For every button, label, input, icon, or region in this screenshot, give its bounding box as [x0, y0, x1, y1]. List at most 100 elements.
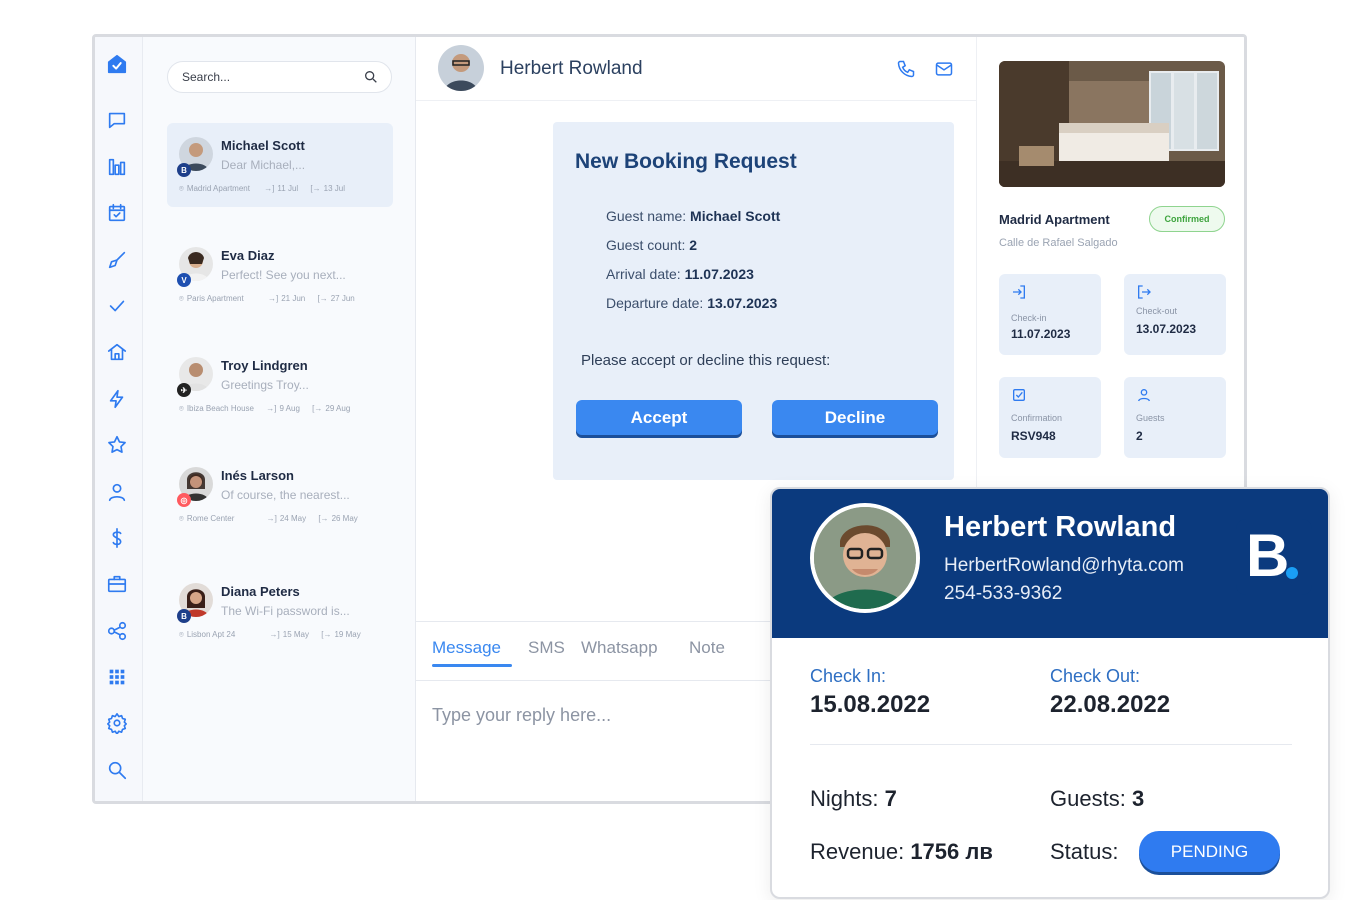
tab-whatsapp[interactable]: Whatsapp [581, 638, 658, 658]
nights-label: Nights: [810, 786, 879, 811]
conversation-meta: ⌾ Rome Center →] 24 May [→ 26 May [179, 514, 368, 524]
checkin-icon: →] [264, 184, 275, 193]
search-placeholder: Search... [182, 70, 231, 84]
checkin-value: 11.07.2023 [1011, 327, 1071, 341]
confirmation-value: RSV948 [1011, 429, 1056, 443]
guest-count-row: Guest count: 2 [606, 237, 697, 253]
calendar-icon[interactable] [104, 200, 130, 226]
bar-chart-icon[interactable] [104, 154, 130, 180]
checkin-icon: →] [266, 514, 277, 523]
list-item[interactable]: B Diana Peters The Wi-Fi password is... … [167, 569, 393, 653]
home-logo-icon[interactable] [104, 51, 130, 77]
checkin-icon [1013, 285, 1025, 299]
search-input[interactable]: Search... [167, 61, 392, 93]
guest-name-row: Guest name: Michael Scott [606, 208, 780, 224]
property-name: Madrid Apartment [999, 212, 1110, 227]
location-label: Madrid Apartment [186, 184, 250, 193]
list-item[interactable]: B Michael Scott Dear Michael,... ⌾ Madrid… [167, 123, 393, 207]
nights-row: Nights: 7 [810, 786, 897, 812]
briefcase-icon[interactable] [104, 571, 130, 597]
status-badge[interactable]: PENDING [1139, 831, 1280, 872]
accept-button[interactable]: Accept [576, 400, 742, 435]
contact-name: Herbert Rowland [500, 58, 643, 79]
search-icon[interactable] [104, 757, 130, 783]
tab-note[interactable]: Note [689, 638, 725, 658]
location-pin-icon: ⌾ [179, 514, 184, 523]
broom-icon[interactable] [104, 247, 130, 273]
message-preview: Perfect! See you next... [221, 268, 346, 282]
status-label: Status: [1050, 839, 1119, 864]
checkin-label: Check In: [810, 666, 887, 686]
booking-logo-dot [1286, 567, 1298, 579]
guest-email[interactable]: HerbertRowland@rhyta.com [944, 555, 1184, 577]
check-icon[interactable] [104, 293, 130, 319]
booking-request-card: New Booking Request Guest name: Michael … [553, 122, 954, 480]
user-icon[interactable] [104, 479, 130, 505]
star-icon[interactable] [104, 432, 130, 458]
departure-value: 13.07.2023 [707, 295, 778, 311]
reply-input[interactable]: Type your reply here... [432, 705, 611, 726]
conversation-meta: ⌾ Madrid Apartment →] 11 Jul [→ 13 Jul [179, 184, 355, 194]
search-icon[interactable] [363, 69, 379, 85]
mail-icon[interactable] [934, 59, 954, 79]
list-item[interactable]: ✈ Troy Lindgren Greetings Troy... ⌾ Ibiza… [167, 343, 393, 427]
guests-label: Guests: [1050, 786, 1126, 811]
lightning-icon[interactable] [104, 386, 130, 412]
arrival-value: 11.07.2023 [684, 266, 754, 282]
checkin-date: 15 May [282, 630, 309, 639]
guest-phone[interactable]: 254-533-9362 [944, 583, 1062, 605]
conversation-meta: ⌾ Paris Apartment →] 21 Jun [→ 27 Jun [179, 294, 365, 304]
checkin-date: 24 May [279, 514, 307, 523]
checkout-value: 13.07.2023 [1136, 322, 1197, 336]
list-item[interactable]: ◎ Inés Larson Of course, the nearest... … [167, 453, 393, 537]
guest-name-value: Michael Scott [690, 208, 781, 224]
house-icon[interactable] [104, 339, 130, 365]
guests-label: Guests [1136, 413, 1165, 423]
tab-message[interactable]: Message [432, 638, 501, 658]
guest-name: Herbert Rowland [944, 511, 1177, 543]
booking-badge: B [177, 163, 191, 177]
tab-sms[interactable]: SMS [528, 638, 565, 658]
booking-logo-icon: B [1236, 519, 1312, 595]
guest-count-label: Guest count: [606, 237, 686, 253]
checkin-icon: →] [266, 404, 277, 413]
conversation-meta: ⌾ Ibiza Beach House →] 9 Aug [→ 29 Aug [179, 404, 360, 414]
checkin-label: Check-in [1011, 313, 1047, 323]
property-address: Calle de Rafael Salgado [999, 237, 1118, 249]
location-label: Rome Center [186, 514, 235, 523]
share-icon[interactable] [104, 618, 130, 644]
booking-title: New Booking Request [575, 150, 797, 173]
checkout-icon [1138, 285, 1151, 299]
checkout-icon: [→ [317, 294, 328, 303]
airbnb-badge-icon: ◎ [177, 493, 191, 507]
message-preview: The Wi-Fi password is... [221, 604, 350, 618]
confirmation-card: Confirmation RSV948 [999, 377, 1101, 458]
conversation-meta: ⌾ Lisbon Apt 24 →] 15 May [→ 19 May [179, 630, 371, 640]
location-pin-icon: ⌾ [179, 404, 184, 413]
contact-name: Troy Lindgren [221, 358, 308, 373]
checkout-date: 26 May [331, 514, 358, 523]
message-preview: Dear Michael,... [221, 158, 306, 172]
dollar-icon[interactable] [104, 525, 130, 551]
booking-prompt: Please accept or decline this request: [581, 352, 831, 369]
guest-name-label: Guest name: [606, 208, 687, 224]
checkout-date: 27 Jun [330, 294, 355, 303]
checkout-date: 19 May [334, 630, 361, 639]
location-label: Lisbon Apt 24 [186, 630, 236, 639]
message-preview: Of course, the nearest... [221, 488, 350, 502]
revenue-row: Revenue: 1756 лв [810, 839, 993, 865]
phone-icon[interactable] [896, 59, 916, 79]
gear-icon[interactable] [104, 710, 130, 736]
guests-card: Guests 2 [1124, 377, 1226, 458]
location-pin-icon: ⌾ [179, 184, 184, 193]
checkout-label: Check Out: [1050, 666, 1141, 686]
apps-grid-icon[interactable] [104, 664, 130, 690]
checkin-card: Check-in 11.07.2023 [999, 274, 1101, 355]
chat-icon[interactable] [104, 107, 130, 133]
decline-button[interactable]: Decline [772, 400, 938, 435]
arrival-row: Arrival date: 11.07.2023 [606, 266, 754, 282]
status-badge: Confirmed [1149, 206, 1225, 232]
list-item[interactable]: V Eva Diaz Perfect! See you next... ⌾ Par… [167, 233, 393, 317]
avatar [438, 45, 484, 91]
nights-value: 7 [884, 786, 897, 811]
